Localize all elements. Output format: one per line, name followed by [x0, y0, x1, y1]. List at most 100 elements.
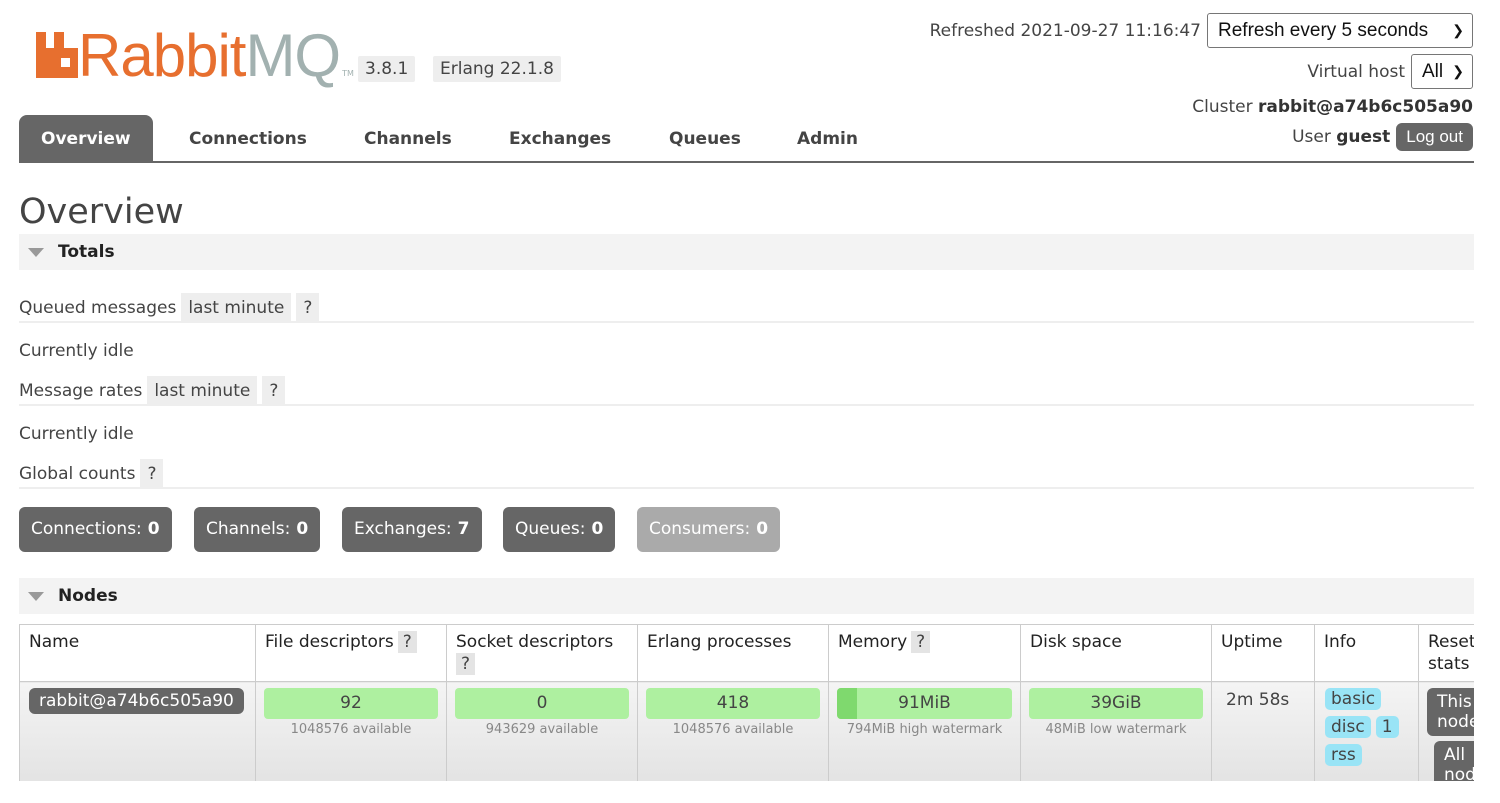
virtual-host-label: Virtual host — [1307, 61, 1405, 82]
rabbit-logo-icon — [36, 32, 78, 78]
socket-descriptors-available: 943629 available — [485, 722, 599, 737]
collapse-triangle-icon — [28, 247, 44, 257]
exchanges-count-button[interactable]: Exchanges: 7 — [342, 507, 482, 552]
global-counts-label: Global counts — [19, 464, 136, 484]
chevron-down-icon: ❯ — [1452, 63, 1464, 79]
queues-count-value: 0 — [591, 519, 604, 539]
info-tag-disc: disc — [1325, 716, 1371, 738]
cluster-label: Cluster — [1192, 97, 1253, 117]
file-descriptors-cell: 92 1048576 available — [255, 681, 447, 781]
message-rates-label: Message rates — [19, 381, 143, 401]
tab-queues[interactable]: Queues — [647, 115, 763, 161]
message-rates-header: Message rates last minute ? — [19, 376, 1474, 406]
refresh-interval-value: Refresh every 5 seconds — [1218, 19, 1429, 41]
node-name-cell: rabbit@a74b6c505a90 — [19, 681, 256, 781]
disk-space-low-watermark: 48MiB low watermark — [1045, 722, 1187, 737]
channels-count-value: 0 — [296, 519, 309, 539]
table-row: rabbit@a74b6c505a90 92 1048576 available… — [19, 681, 1474, 781]
refreshed-timestamp: Refreshed 2021-09-27 11:16:47 — [929, 20, 1201, 41]
socket-descriptors-cell: 0 943629 available — [446, 681, 638, 781]
erlang-processes-bar: 418 — [646, 688, 820, 719]
queued-messages-help-button[interactable]: ? — [296, 293, 320, 321]
tab-admin[interactable]: Admin — [775, 115, 880, 161]
chevron-down-icon: ❯ — [1452, 22, 1464, 38]
erlang-processes-cell: 418 1048576 available — [637, 681, 829, 781]
column-header-erlang-processes: Erlang processes — [637, 624, 829, 682]
uptime-value: 2m 58s — [1226, 690, 1290, 710]
memory-help-button[interactable]: ? — [911, 631, 931, 653]
info-cell: basic disc 1 rss — [1314, 681, 1419, 781]
virtual-host-value: All — [1422, 60, 1444, 82]
column-header-socket-descriptors: Socket descriptors? — [446, 624, 638, 682]
consumers-count-button[interactable]: Consumers: 0 — [637, 507, 781, 552]
column-header-disk-space: Disk space — [1020, 624, 1212, 682]
rabbitmq-logo[interactable]: Rabbit MQ TM — [36, 22, 354, 89]
logo-text-rabbit: Rabbit — [78, 22, 246, 89]
info-tag-basic: basic — [1325, 688, 1382, 710]
nodes-table-header: Name File descriptors? Socket descriptor… — [19, 624, 1474, 682]
tab-overview[interactable]: Overview — [19, 115, 153, 161]
disk-space-cell: 39GiB 48MiB low watermark — [1020, 681, 1212, 781]
consumers-count-value: 0 — [756, 519, 769, 539]
connections-count-button[interactable]: Connections: 0 — [19, 507, 172, 552]
queued-messages-header: Queued messages last minute ? — [19, 293, 1474, 323]
column-header-file-descriptors: File descriptors? — [255, 624, 447, 682]
connections-count-label: Connections: — [31, 519, 142, 539]
exchanges-count-label: Exchanges: — [354, 519, 452, 539]
memory-used-fill — [837, 688, 858, 719]
info-tag-count: 1 — [1375, 716, 1399, 738]
queues-count-button[interactable]: Queues: 0 — [503, 507, 616, 552]
memory-high-watermark: 794MiB high watermark — [846, 722, 1003, 737]
file-descriptors-help-button[interactable]: ? — [397, 631, 417, 653]
exchanges-count-value: 7 — [457, 519, 470, 539]
consumers-count-label: Consumers: — [649, 519, 751, 539]
message-rates-range-button[interactable]: last minute — [147, 376, 258, 404]
totals-section-toggle[interactable]: Totals — [19, 234, 1474, 270]
info-tag-rss: rss — [1325, 744, 1362, 766]
logo-trademark: TM — [342, 69, 354, 78]
erlang-version-badge: Erlang 22.1.8 — [433, 56, 561, 82]
connections-count-value: 0 — [147, 519, 160, 539]
column-header-memory: Memory? — [828, 624, 1021, 682]
uptime-cell: 2m 58s — [1211, 681, 1315, 781]
nodes-heading: Nodes — [58, 586, 118, 606]
disk-space-bar: 39GiB — [1029, 688, 1203, 719]
main-nav: Overview Connections Channels Exchanges … — [19, 115, 1474, 163]
global-counts-header: Global counts ? — [19, 459, 1474, 489]
tab-connections[interactable]: Connections — [167, 115, 329, 161]
socket-descriptors-help-button[interactable]: ? — [456, 653, 476, 675]
collapse-triangle-icon — [28, 591, 44, 601]
queued-messages-range-button[interactable]: last minute — [181, 293, 292, 321]
refresh-interval-select[interactable]: Refresh every 5 seconds ❯ — [1207, 13, 1473, 48]
column-header-name: Name — [19, 624, 256, 682]
page-title: Overview — [19, 192, 184, 232]
column-header-reset-stats: Reset stats — [1418, 624, 1474, 682]
queued-messages-label: Queued messages — [19, 298, 177, 318]
queues-count-label: Queues: — [515, 519, 586, 539]
message-rates-help-button[interactable]: ? — [262, 376, 286, 404]
nodes-table: Name File descriptors? Socket descriptor… — [19, 624, 1474, 781]
cluster-name: rabbit@a74b6c505a90 — [1258, 97, 1473, 117]
file-descriptors-available: 1048576 available — [290, 722, 412, 737]
totals-heading: Totals — [58, 242, 115, 262]
channels-count-button[interactable]: Channels: 0 — [194, 507, 321, 552]
global-counts-help-button[interactable]: ? — [140, 459, 164, 487]
reset-stats-cell: This node All nodes — [1418, 681, 1474, 781]
tab-channels[interactable]: Channels — [342, 115, 474, 161]
queued-messages-status: Currently idle — [19, 341, 134, 361]
reset-all-nodes-button[interactable]: All nodes — [1434, 741, 1474, 781]
file-descriptors-bar: 92 — [264, 688, 438, 719]
nodes-section-toggle[interactable]: Nodes — [19, 578, 1474, 614]
logo-text-mq: MQ — [245, 22, 341, 89]
memory-cell: 91MiB 794MiB high watermark — [828, 681, 1021, 781]
node-name-link[interactable]: rabbit@a74b6c505a90 — [29, 688, 244, 714]
column-header-info: Info — [1314, 624, 1419, 682]
memory-bar: 91MiB — [837, 688, 1012, 719]
rabbitmq-version-badge: 3.8.1 — [358, 56, 416, 82]
tab-exchanges[interactable]: Exchanges — [487, 115, 633, 161]
message-rates-status: Currently idle — [19, 424, 134, 444]
erlang-processes-available: 1048576 available — [672, 722, 794, 737]
channels-count-label: Channels: — [206, 519, 291, 539]
reset-this-node-button[interactable]: This node — [1427, 688, 1474, 736]
virtual-host-select[interactable]: All ❯ — [1411, 54, 1473, 89]
